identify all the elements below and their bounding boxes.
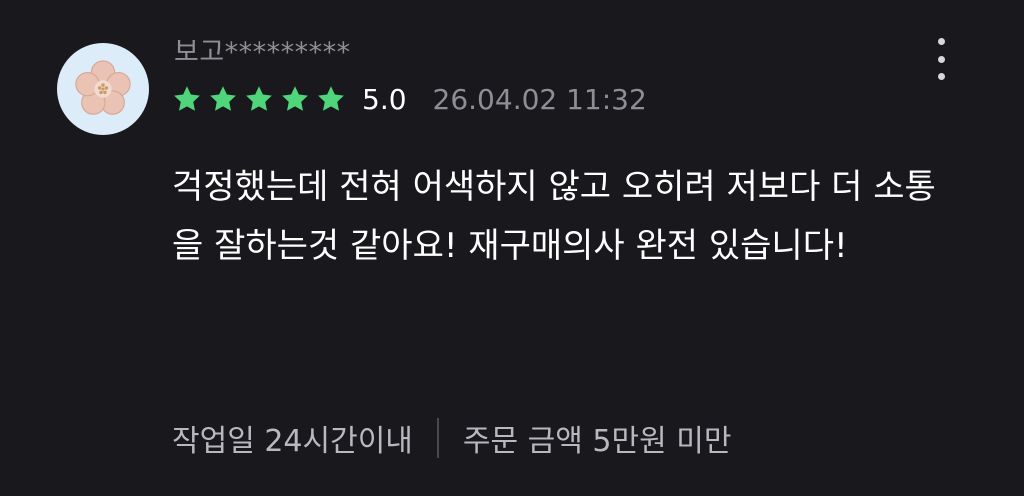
tag-work-days: 작업일 24시간이내 <box>172 424 413 459</box>
reviewer-name: 보고********* <box>174 37 351 68</box>
tag-divider <box>436 418 439 458</box>
more-vertical-icon[interactable] <box>926 38 956 80</box>
more-dot <box>937 38 945 45</box>
rating-row: 5.0 26.04.02 11:32 <box>172 80 647 118</box>
avatar <box>57 43 149 135</box>
star-icon <box>316 84 346 114</box>
star-icon <box>280 84 310 114</box>
review-date: 26.04.02 11:32 <box>432 82 647 116</box>
review-card: 보고********* 5.0 26.04.02 11:32 걱정했는데 전혀 … <box>0 0 1024 496</box>
tag-order-amount: 주문 금액 5만원 미만 <box>462 424 732 459</box>
star-rating <box>172 84 352 114</box>
review-body: 걱정했는데 전혀 어색하지 않고 오히려 저보다 더 소통을 잘하는것 같아요!… <box>172 167 936 266</box>
more-dot <box>937 73 945 80</box>
more-dot <box>937 55 945 63</box>
star-icon <box>244 84 274 114</box>
review-tags: 작업일 24시간이내 주문 금액 5만원 미만 <box>172 414 731 462</box>
flower-icon <box>75 60 131 115</box>
star-icon <box>208 84 238 114</box>
rating-score: 5.0 <box>362 82 407 116</box>
star-icon <box>172 84 202 114</box>
